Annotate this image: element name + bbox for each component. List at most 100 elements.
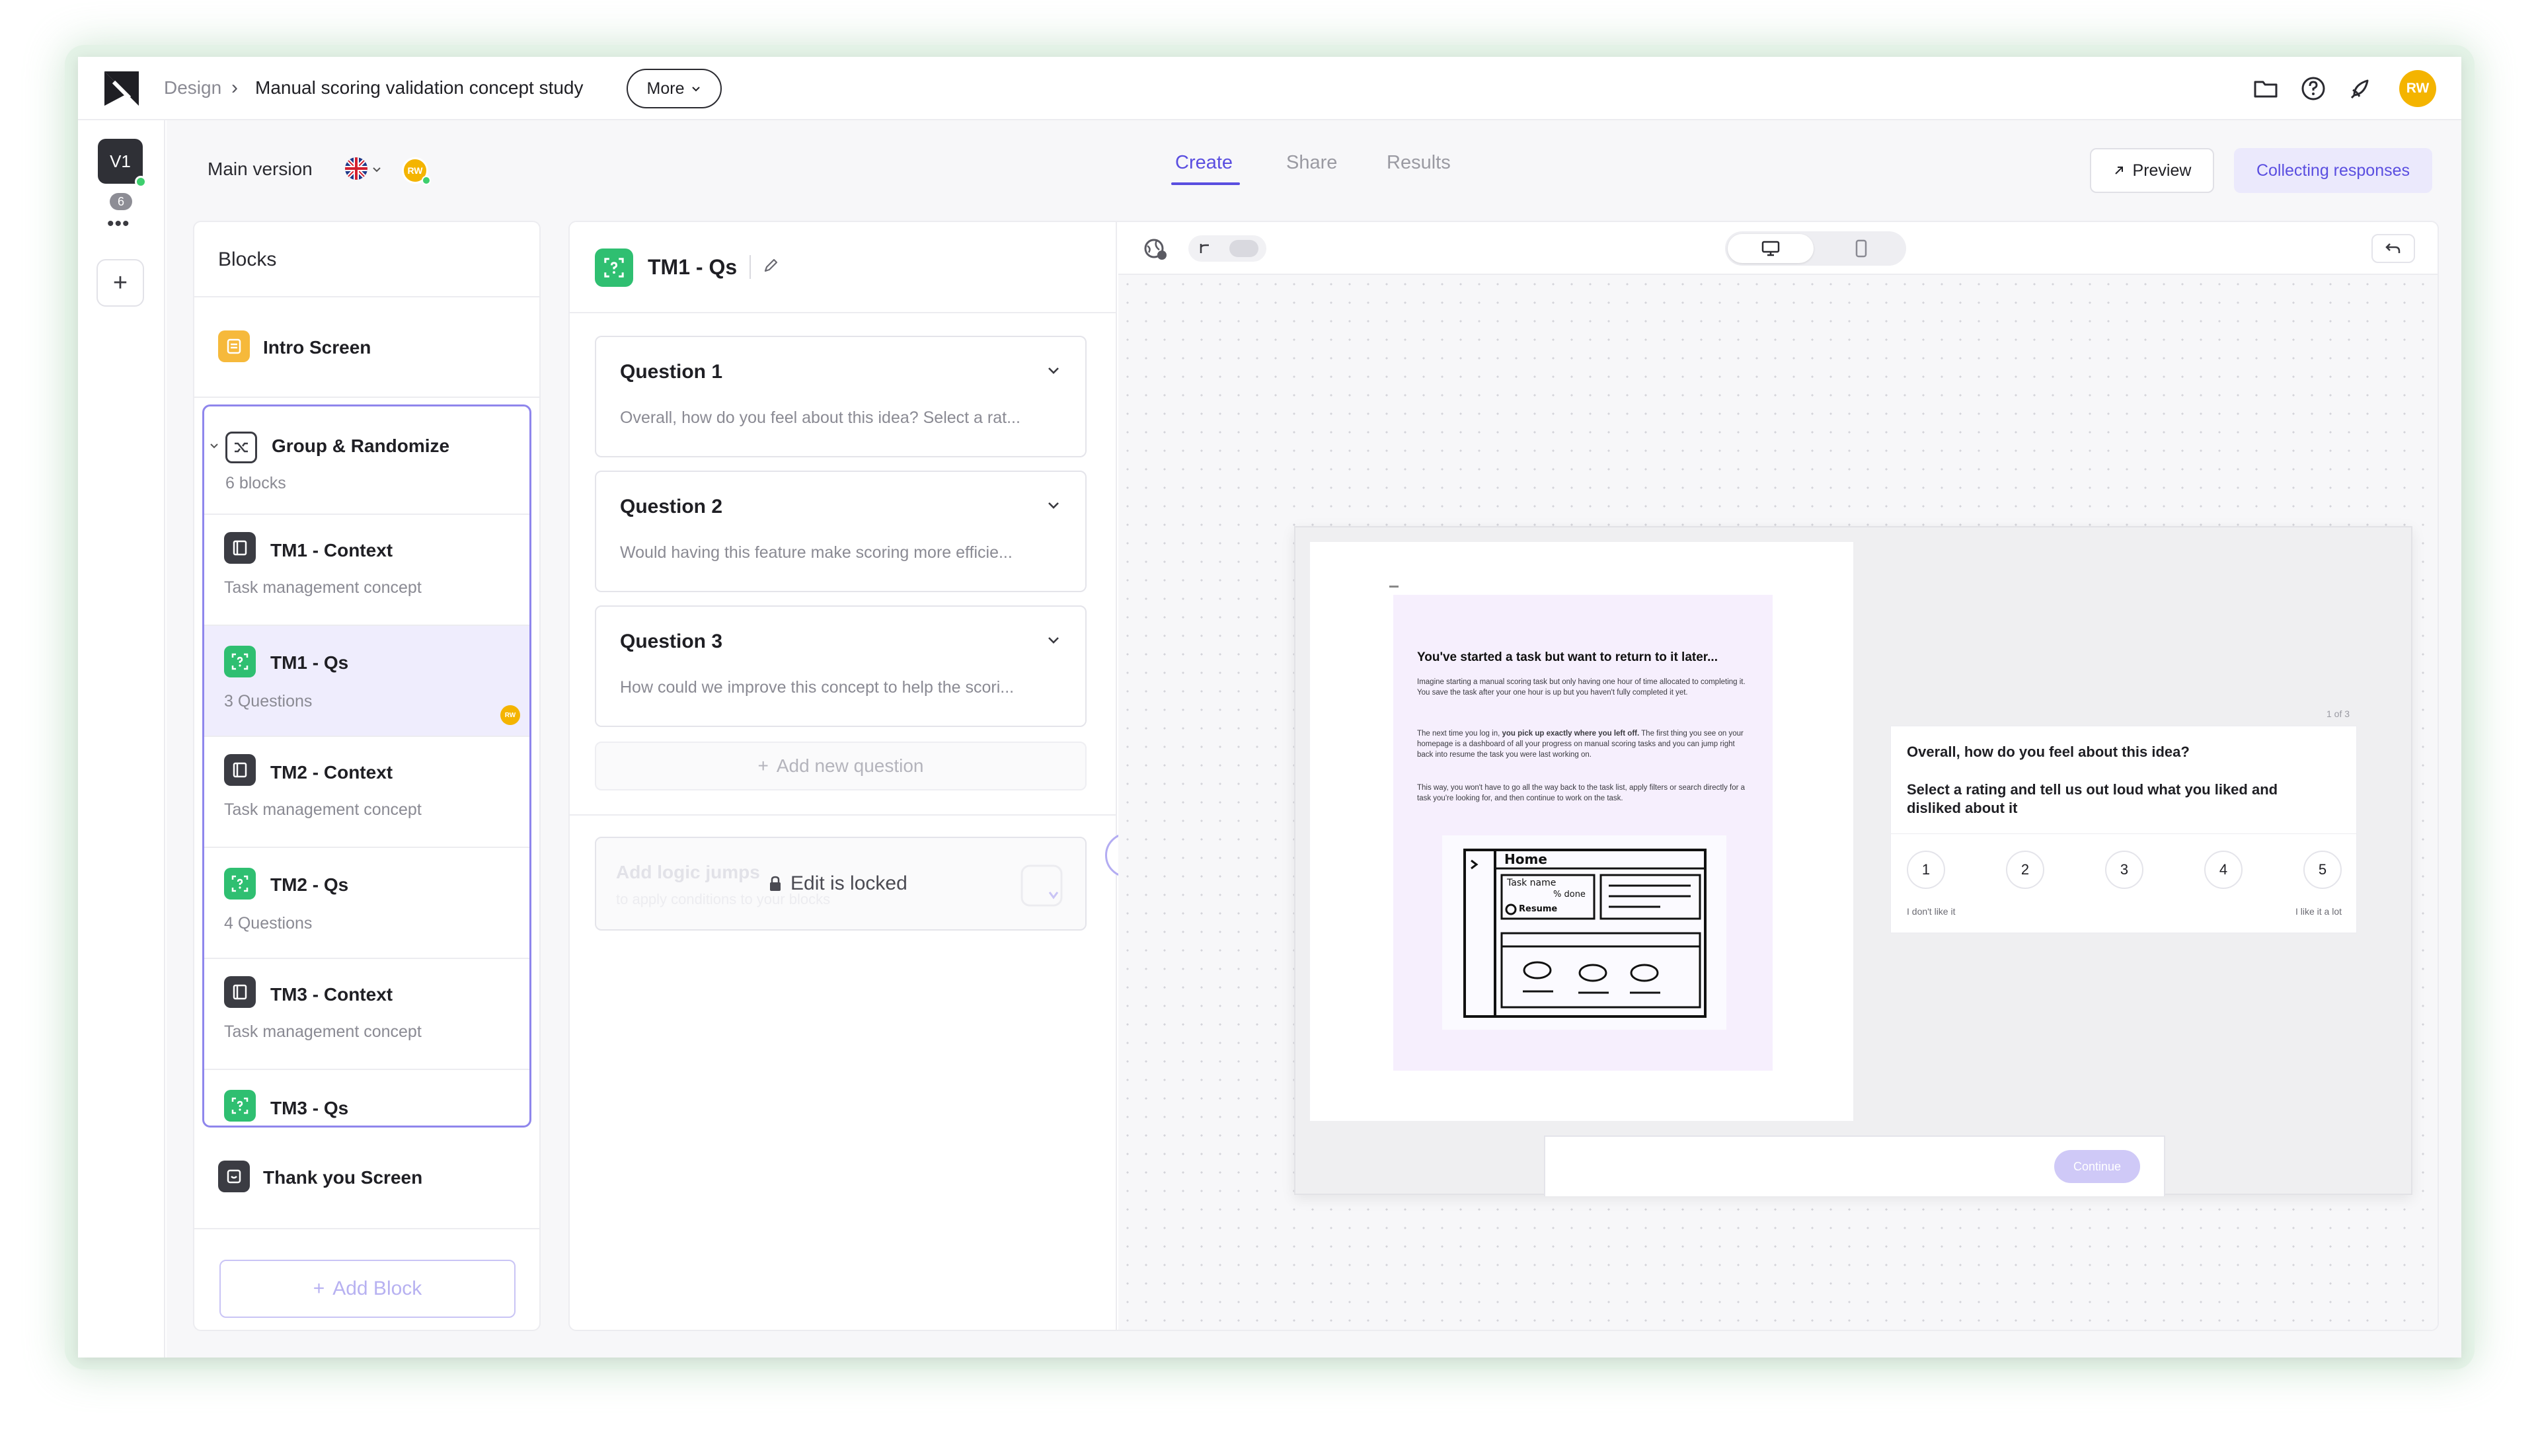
rating-option-3[interactable]: 3 bbox=[2105, 851, 2143, 889]
block-tm1-context[interactable]: TM1 - Context Task management concept bbox=[204, 514, 529, 625]
rating-instruction: Select a rating and tell us out loud wha… bbox=[1907, 781, 2278, 816]
block-title: TM1 - Qs bbox=[270, 652, 349, 673]
logic-toggle[interactable] bbox=[1188, 235, 1266, 262]
preview-button[interactable]: Preview bbox=[2090, 148, 2214, 193]
undo-icon bbox=[2385, 243, 2401, 253]
edit-locked-label: Edit is locked bbox=[790, 872, 907, 894]
question-text: How could we improve this concept to hel… bbox=[620, 678, 1015, 697]
version-name[interactable]: Main version bbox=[208, 159, 313, 180]
questions-block-icon bbox=[224, 1090, 256, 1122]
canvas-toolbar bbox=[1118, 222, 2438, 275]
version-rail: V1 6 ••• + bbox=[78, 120, 165, 1358]
user-avatar[interactable]: RW bbox=[2399, 70, 2436, 107]
rating-option-2[interactable]: 2 bbox=[2006, 851, 2044, 889]
question-card-3[interactable]: Question 3 How could we improve this con… bbox=[595, 605, 1087, 727]
preview-label: Preview bbox=[2132, 161, 2192, 180]
block-intro-screen[interactable]: Intro Screen bbox=[194, 297, 539, 397]
continue-button[interactable]: Continue bbox=[2054, 1150, 2140, 1183]
sketch-resume-label: Resume bbox=[1519, 904, 1558, 914]
thank-you-screen-title: Thank you Screen bbox=[263, 1167, 423, 1188]
active-tab-indicator bbox=[1171, 182, 1240, 185]
mobile-view-button[interactable] bbox=[1819, 234, 1903, 263]
tab-results[interactable]: Results bbox=[1387, 152, 1451, 174]
block-thank-you-screen[interactable]: Thank you Screen bbox=[194, 1128, 539, 1227]
tab-create[interactable]: Create bbox=[1175, 152, 1233, 174]
folder-icon[interactable] bbox=[2250, 73, 2282, 104]
question-card-2[interactable]: Question 2 Would having this feature mak… bbox=[595, 471, 1087, 592]
sketch-drawing bbox=[1463, 849, 1707, 1018]
question-title: Question 3 bbox=[620, 631, 723, 652]
group-randomize-block[interactable]: Group & Randomize 6 blocks TM1 - Context… bbox=[202, 404, 531, 1128]
block-name: TM1 - Qs bbox=[648, 255, 738, 279]
para2-bold: you pick up exactly where you left off. bbox=[1502, 730, 1640, 738]
collecting-responses-button[interactable]: Collecting responses bbox=[2234, 148, 2432, 193]
language-chevron-icon[interactable] bbox=[371, 164, 382, 174]
app-logo-icon[interactable] bbox=[100, 67, 143, 110]
question-card-1[interactable]: Question 1 Overall, how do you feel abou… bbox=[595, 336, 1087, 457]
collapse-chevron-icon[interactable] bbox=[208, 440, 220, 451]
divider bbox=[194, 397, 539, 398]
globe-edit-icon[interactable] bbox=[1142, 235, 1169, 262]
block-tm2-context[interactable]: TM2 - Context Task management concept bbox=[204, 736, 529, 847]
more-button[interactable]: More bbox=[627, 69, 722, 108]
branch-icon bbox=[1200, 244, 1209, 253]
study-title[interactable]: Manual scoring validation concept study bbox=[255, 77, 584, 99]
block-tm3-context[interactable]: TM3 - Context Task management concept bbox=[204, 958, 529, 1069]
context-block-icon bbox=[224, 754, 256, 786]
desktop-view-button[interactable] bbox=[1728, 234, 1814, 263]
add-version-button[interactable]: + bbox=[96, 259, 144, 307]
para2-prefix: The next time you log in, bbox=[1417, 730, 1502, 738]
block-tm2-qs[interactable]: TM2 - Qs 4 Questions bbox=[204, 847, 529, 958]
preview-footer: Continue bbox=[1544, 1135, 2165, 1196]
editing-avatar-badge: RW bbox=[500, 705, 520, 725]
more-dots-icon[interactable]: ••• bbox=[107, 213, 130, 235]
rocket-icon[interactable] bbox=[2345, 73, 2377, 104]
pencil-icon[interactable] bbox=[761, 256, 780, 275]
divider bbox=[1891, 833, 2356, 834]
sketch-task-label: Task name bbox=[1507, 878, 1557, 888]
rating-option-4[interactable]: 4 bbox=[2204, 851, 2243, 889]
dashboard-sketch: Home Task name % done Resume bbox=[1442, 835, 1726, 1030]
context-paragraph-3: This way, you won't have to go all the w… bbox=[1417, 784, 1746, 802]
question-counter: 1 of 3 bbox=[2326, 709, 2350, 719]
block-tm3-qs[interactable]: TM3 - Qs bbox=[204, 1069, 529, 1126]
block-title: TM2 - Context bbox=[270, 762, 393, 783]
device-switcher bbox=[1725, 231, 1906, 266]
question-text: Would having this feature make scoring m… bbox=[620, 543, 1013, 562]
progress-tick bbox=[1389, 586, 1399, 588]
block-title: TM1 - Context bbox=[270, 540, 393, 560]
breadcrumb-separator: › bbox=[231, 77, 238, 98]
rating-option-1[interactable]: 1 bbox=[1907, 851, 1945, 889]
undo-button[interactable] bbox=[2371, 234, 2415, 263]
chevron-down-icon[interactable] bbox=[1044, 361, 1063, 379]
block-tm1-qs[interactable]: TM1 - Qs 3 Questions RW bbox=[204, 625, 529, 736]
add-question-button[interactable]: + Add new question bbox=[595, 742, 1087, 790]
blocks-panel: Blocks Intro Screen Group & Randomize 6 … bbox=[193, 221, 541, 1331]
rating-option-5[interactable]: 5 bbox=[2303, 851, 2342, 889]
context-card: You've started a task but want to return… bbox=[1393, 595, 1773, 1071]
tab-share[interactable]: Share bbox=[1286, 152, 1337, 174]
block-title: TM3 - Qs bbox=[270, 1098, 349, 1118]
top-bar: Design › Manual scoring validation conce… bbox=[78, 57, 2461, 120]
chevron-down-icon[interactable] bbox=[1044, 631, 1063, 649]
context-paragraph-1: Imagine starting a manual scoring task b… bbox=[1417, 678, 1746, 697]
study-preview-frame: You've started a task but want to return… bbox=[1294, 526, 2412, 1196]
help-icon[interactable] bbox=[2297, 73, 2329, 104]
divider bbox=[194, 1228, 539, 1229]
add-block-button[interactable]: + Add Block bbox=[219, 1260, 516, 1318]
group-subtitle: 6 blocks bbox=[225, 474, 286, 492]
rating-high-label: I like it a lot bbox=[2295, 906, 2342, 917]
chevron-down-icon[interactable] bbox=[1044, 496, 1063, 514]
uk-flag-icon[interactable] bbox=[345, 157, 367, 180]
block-subtitle: 3 Questions bbox=[224, 692, 313, 710]
logic-jumps-box: Add logic jumps to apply conditions to y… bbox=[595, 837, 1087, 931]
block-title: TM3 - Context bbox=[270, 984, 393, 1005]
app-window: Design › Manual scoring validation conce… bbox=[78, 57, 2461, 1358]
external-arrow-icon bbox=[2114, 167, 2123, 174]
sketch-home-label: Home bbox=[1504, 851, 1547, 867]
divider bbox=[570, 312, 1116, 313]
questions-column: TM1 - Qs Question 1 Overall, how do you … bbox=[570, 222, 1117, 1330]
questions-block-icon bbox=[595, 249, 633, 287]
blocks-title: Blocks bbox=[218, 249, 277, 270]
breadcrumb-design[interactable]: Design bbox=[164, 77, 221, 99]
